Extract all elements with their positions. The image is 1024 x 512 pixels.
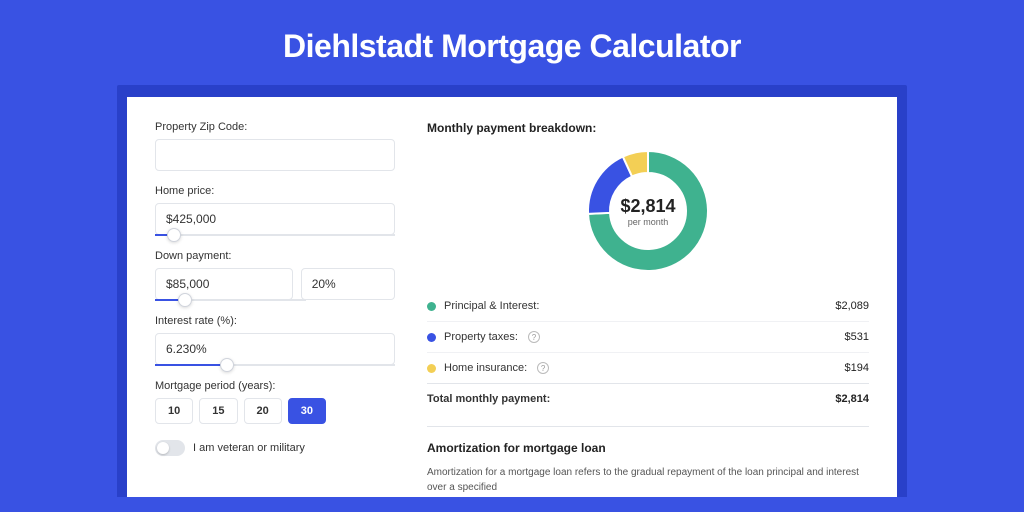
- interest-rate-slider[interactable]: [155, 364, 395, 366]
- legend-value: $194: [845, 362, 869, 374]
- interest-rate-slider-thumb[interactable]: [220, 358, 234, 372]
- veteran-label: I am veteran or military: [193, 442, 305, 454]
- breakdown-title: Monthly payment breakdown:: [427, 121, 869, 135]
- donut-amount: $2,814: [620, 196, 675, 217]
- home-price-group: Home price:: [155, 185, 395, 236]
- period-group: Mortgage period (years): 1015 2030: [155, 380, 395, 424]
- interest-rate-label: Interest rate (%):: [155, 315, 395, 327]
- zip-input[interactable]: [155, 139, 395, 171]
- zip-field-group: Property Zip Code:: [155, 121, 395, 171]
- legend-row: Property taxes: ? $531: [427, 321, 869, 352]
- down-payment-amount-input[interactable]: [155, 268, 293, 300]
- card-backdrop: Property Zip Code: Home price: Down paym…: [117, 85, 907, 497]
- legend-value: $531: [845, 331, 869, 343]
- legend-total-row: Total monthly payment: $2,814: [427, 383, 869, 414]
- home-price-slider[interactable]: [155, 234, 395, 236]
- legend-total-label: Total monthly payment:: [427, 393, 550, 405]
- zip-label: Property Zip Code:: [155, 121, 395, 133]
- legend-row: Principal & Interest: $2,089: [427, 291, 869, 321]
- legend-label: Property taxes:: [444, 331, 518, 343]
- interest-rate-input[interactable]: [155, 333, 395, 365]
- home-price-slider-thumb[interactable]: [167, 228, 181, 242]
- period-options: 1015 2030: [155, 398, 395, 424]
- period-option-30[interactable]: 30: [288, 398, 326, 424]
- legend-dot: [427, 364, 436, 373]
- home-price-input[interactable]: [155, 203, 395, 235]
- donut-wrap: $2,814 per month: [427, 149, 869, 273]
- legend-label: Home insurance:: [444, 362, 527, 374]
- down-payment-slider-thumb[interactable]: [178, 293, 192, 307]
- legend-total-value: $2,814: [835, 393, 869, 405]
- down-payment-group: Down payment:: [155, 250, 395, 301]
- form-column: Property Zip Code: Home price: Down paym…: [155, 121, 395, 497]
- amortization-text: Amortization for a mortgage loan refers …: [427, 465, 869, 495]
- legend-dot: [427, 333, 436, 342]
- donut-center: $2,814 per month: [586, 149, 710, 273]
- down-payment-percent-input[interactable]: [301, 268, 395, 300]
- interest-rate-slider-fill: [155, 364, 227, 366]
- amortization-title: Amortization for mortgage loan: [427, 441, 869, 455]
- period-option-15[interactable]: 15: [199, 398, 237, 424]
- legend-dot: [427, 302, 436, 311]
- veteran-row: I am veteran or military: [155, 440, 395, 456]
- down-payment-label: Down payment:: [155, 250, 395, 262]
- down-payment-slider[interactable]: [155, 299, 306, 301]
- legend-value: $2,089: [835, 300, 869, 312]
- legend-left: Principal & Interest:: [427, 300, 539, 312]
- period-label: Mortgage period (years):: [155, 380, 395, 392]
- page-title: Diehlstadt Mortgage Calculator: [283, 28, 741, 65]
- legend-row: Home insurance: ? $194: [427, 352, 869, 383]
- amortization-section: Amortization for mortgage loan Amortizat…: [427, 426, 869, 495]
- period-option-10[interactable]: 10: [155, 398, 193, 424]
- help-icon[interactable]: ?: [528, 331, 540, 343]
- help-icon[interactable]: ?: [537, 362, 549, 374]
- legend-left: Home insurance: ?: [427, 362, 549, 374]
- home-price-label: Home price:: [155, 185, 395, 197]
- breakdown-column: Monthly payment breakdown: $2,814 per mo…: [427, 121, 869, 497]
- period-option-20[interactable]: 20: [244, 398, 282, 424]
- legend: Principal & Interest: $2,089Property tax…: [427, 291, 869, 414]
- payment-donut-chart: $2,814 per month: [586, 149, 710, 273]
- calculator-card: Property Zip Code: Home price: Down paym…: [127, 97, 897, 497]
- veteran-toggle[interactable]: [155, 440, 185, 456]
- donut-sub: per month: [628, 217, 669, 227]
- legend-label: Principal & Interest:: [444, 300, 539, 312]
- interest-rate-group: Interest rate (%):: [155, 315, 395, 366]
- legend-left: Property taxes: ?: [427, 331, 540, 343]
